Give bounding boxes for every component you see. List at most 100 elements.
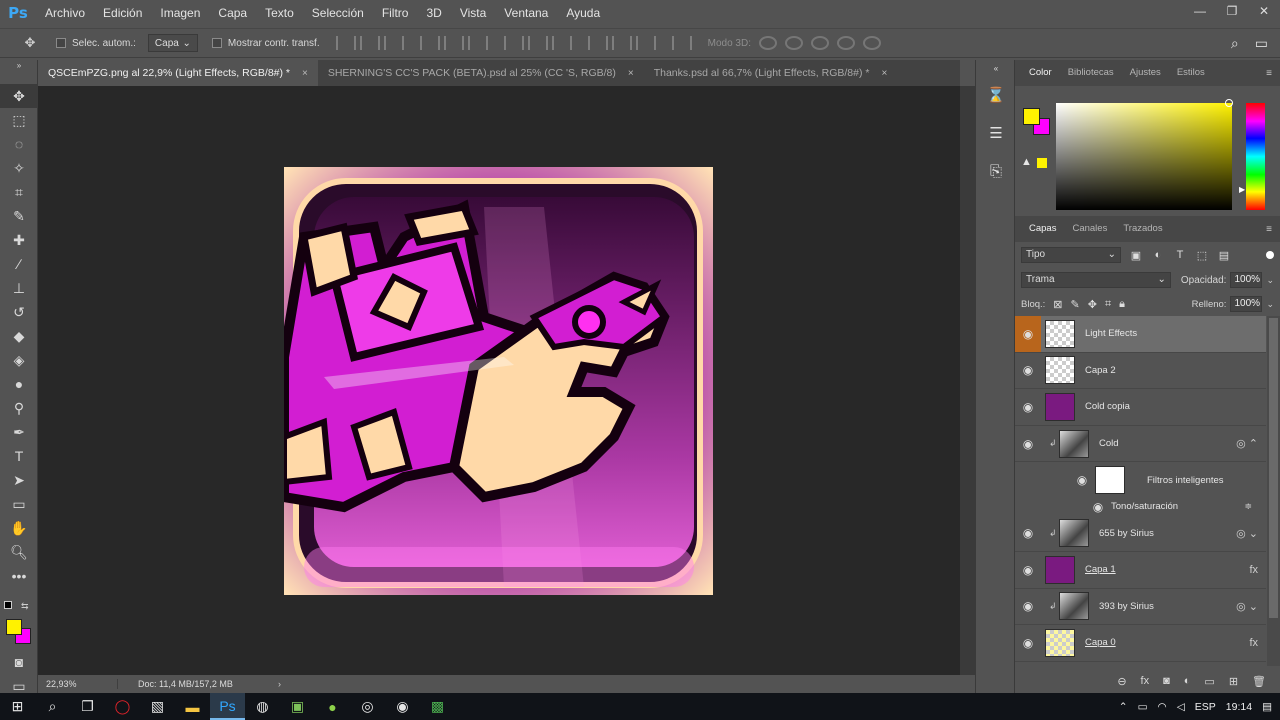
hue-slider-handle-icon[interactable]: ▶ — [1239, 185, 1245, 194]
eye-icon[interactable]: ◉ — [1015, 316, 1041, 352]
layer-row[interactable]: ◉ ↲ Cold ◎ ⌃ — [1015, 426, 1266, 463]
notifications-icon[interactable]: ▤ — [1262, 701, 1272, 713]
align-hcenter-icon[interactable] — [443, 36, 464, 50]
align-vcenter-icon[interactable] — [359, 36, 380, 50]
distribute-bottom-icon[interactable] — [551, 36, 572, 50]
fill-input[interactable]: 100% — [1230, 296, 1263, 312]
filter-options-icon[interactable]: ≑ — [1244, 501, 1252, 512]
app-icon[interactable]: ◍ — [245, 693, 280, 720]
tab-sherning-pack[interactable]: SHERNING'S CC'S PACK (BETA).psd al 25% (… — [318, 60, 644, 86]
layer-row[interactable]: ◉ Capa 0 fx — [1015, 625, 1266, 662]
lock-transparency-icon[interactable]: ⊠ — [1053, 298, 1062, 311]
steam-icon[interactable]: ◎ — [350, 693, 385, 720]
pen-tool-icon[interactable]: ✒ — [0, 420, 38, 444]
add-mask-icon[interactable]: ◙ — [1163, 675, 1170, 687]
eye-icon[interactable]: ◉ — [1015, 515, 1041, 551]
eye-icon[interactable]: ◉ — [1085, 500, 1111, 514]
eye-icon[interactable]: ◉ — [1015, 552, 1041, 588]
wifi-icon[interactable]: ◠ — [1158, 701, 1167, 713]
tab-estilos[interactable]: Estilos — [1169, 60, 1213, 86]
zoom-tool-icon[interactable]: 🔍︎ — [0, 540, 38, 564]
smart-object-link-icon[interactable]: ◎ ⌃ — [1236, 437, 1258, 450]
battery-icon[interactable]: ▭ — [1138, 701, 1148, 713]
layer-name[interactable]: Capa 2 — [1085, 365, 1116, 376]
foreground-color-swatch[interactable] — [6, 619, 22, 635]
eye-icon[interactable]: ◉ — [1015, 589, 1041, 625]
layer-name[interactable]: 393 by Sirius — [1099, 601, 1154, 612]
add-style-icon[interactable]: fx — [1141, 675, 1150, 687]
distribute-left-icon[interactable] — [587, 36, 608, 50]
tab-qscempzg[interactable]: QSCEmPZG.png al 22,9% (Light Effects, RG… — [38, 60, 318, 86]
canvas-area[interactable] — [38, 86, 960, 675]
layer-row[interactable]: ◉ Capa 1 fx — [1015, 552, 1266, 589]
smart-object-link-icon[interactable]: ◎ ⌄ — [1236, 600, 1258, 613]
drag-3d-icon[interactable] — [810, 36, 829, 50]
photos-icon[interactable]: ▧ — [140, 693, 175, 720]
close-icon[interactable]: × — [628, 68, 634, 79]
tab-capas[interactable]: Capas — [1021, 216, 1064, 242]
align-top-icon[interactable] — [335, 36, 356, 50]
layer-row[interactable]: ◉ Light Effects — [1015, 316, 1266, 353]
close-icon[interactable]: × — [302, 68, 308, 79]
tab-trazados[interactable]: Trazados — [1115, 216, 1170, 242]
chevron-down-icon[interactable]: ⌄ — [1266, 299, 1274, 310]
layer-row[interactable]: ◉ Capa 2 — [1015, 353, 1266, 390]
lasso-tool-icon[interactable]: ◌ — [0, 132, 38, 156]
eye-icon[interactable]: ◉ — [1069, 462, 1095, 498]
document-artwork[interactable] — [284, 167, 713, 595]
eye-icon[interactable]: ◉ — [1015, 353, 1041, 389]
type-tool-icon[interactable]: T — [0, 444, 38, 468]
menu-filtro[interactable]: Filtro — [373, 0, 418, 26]
windows-start-icon[interactable]: ⊞ — [0, 693, 35, 720]
move-tool-icon[interactable]: ✥ — [0, 84, 38, 108]
tab-color[interactable]: Color — [1021, 60, 1060, 86]
layer-row[interactable]: ◉ Cold copia — [1015, 389, 1266, 426]
menu-3d[interactable]: 3D — [417, 0, 450, 26]
layer-kind-dropdown[interactable]: Tipo ⌄ — [1021, 247, 1121, 263]
layer-row[interactable]: ◉ ↲ 655 by Sirius ◎ ⌄ — [1015, 515, 1266, 552]
link-layers-icon[interactable]: ⊖ — [1117, 675, 1126, 688]
new-layer-icon[interactable]: ⊞ — [1229, 675, 1238, 688]
layer-row[interactable]: ◉ ↲ 393 by Sirius ◎ ⌄ — [1015, 589, 1266, 626]
smart-object-link-icon[interactable]: ◎ ⌄ — [1236, 527, 1258, 540]
layer-name[interactable]: 655 by Sirius — [1099, 528, 1154, 539]
saturation-value-picker[interactable] — [1056, 103, 1232, 210]
panel-menu-icon[interactable]: ≡ — [1266, 224, 1272, 235]
eye-icon[interactable]: ◉ — [1015, 625, 1041, 661]
layer-name[interactable]: Cold copia — [1085, 401, 1130, 412]
auto-align-icon[interactable] — [671, 36, 692, 50]
gamut-warning-swatch[interactable] — [1037, 158, 1047, 168]
workspace-icon[interactable]: ▭ — [1255, 35, 1268, 52]
layer-name[interactable]: Light Effects — [1085, 328, 1137, 339]
layer-effects-icon[interactable]: fx — [1249, 637, 1258, 649]
swap-colors-icon[interactable]: ⇆ — [21, 601, 29, 612]
tab-ajustes[interactable]: Ajustes — [1122, 60, 1169, 86]
roll-3d-icon[interactable] — [784, 36, 803, 50]
distribute-vcenter-icon[interactable] — [527, 36, 548, 50]
eraser-tool-icon[interactable]: ◆ — [0, 324, 38, 348]
foreground-color-swatch[interactable] — [1023, 108, 1040, 125]
search-icon[interactable]: ⌕ — [35, 693, 70, 720]
eyedropper-tool-icon[interactable]: ✎ — [0, 204, 38, 228]
eye-icon[interactable]: ◉ — [1015, 389, 1041, 425]
slide-3d-icon[interactable] — [836, 36, 855, 50]
hand-tool-icon[interactable]: ✋ — [0, 516, 38, 540]
show-transform-checkbox[interactable] — [211, 38, 222, 48]
volume-icon[interactable]: ◁ — [1177, 701, 1185, 713]
default-colors-icon[interactable] — [4, 601, 12, 609]
scale-3d-icon[interactable] — [862, 36, 881, 50]
lock-all-icon[interactable]: 🔒︎ — [1119, 298, 1125, 311]
brush-tool-icon[interactable]: ∕ — [0, 252, 38, 276]
panel-menu-icon[interactable]: ≡ — [1266, 68, 1272, 79]
filter-row[interactable]: ◉ Tono/saturación ≑ — [1015, 498, 1266, 515]
file-explorer-icon[interactable]: ▬ — [175, 693, 210, 720]
stamp-tool-icon[interactable]: ⊥ — [0, 276, 38, 300]
folder-icon[interactable]: ▣ — [280, 693, 315, 720]
layers-scrollbar[interactable] — [1267, 316, 1280, 666]
menu-ayuda[interactable]: Ayuda — [557, 0, 609, 26]
layer-name[interactable]: Capa 0 — [1085, 637, 1116, 648]
align-bottom-icon[interactable] — [383, 36, 404, 50]
history-brush-tool-icon[interactable]: ↺ — [0, 300, 38, 324]
menu-capa[interactable]: Capa — [209, 0, 256, 26]
color-picker-cursor[interactable] — [1225, 99, 1233, 107]
